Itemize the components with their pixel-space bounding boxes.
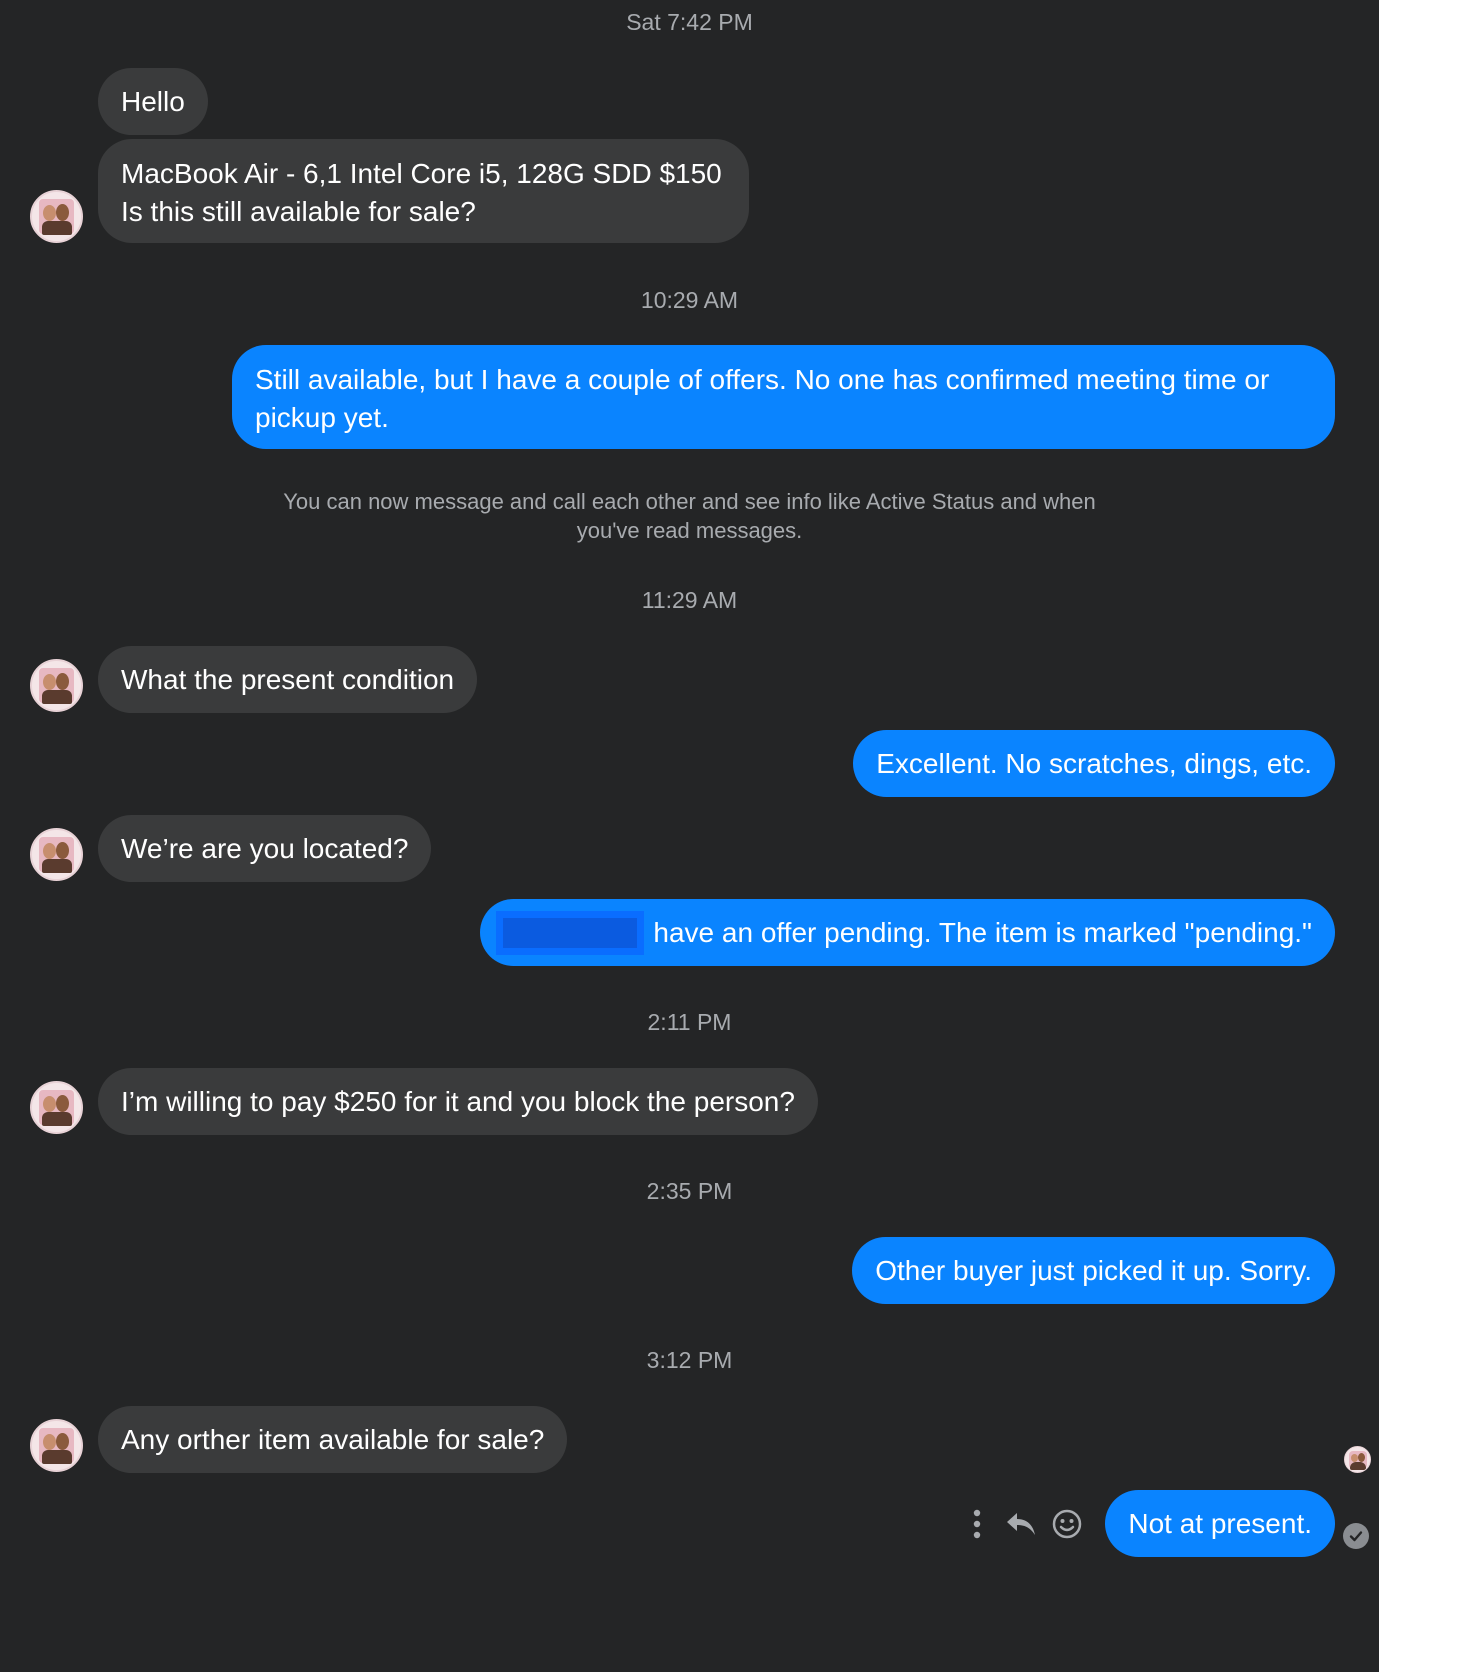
timestamp: 10:29 AM — [640, 287, 739, 313]
message-outgoing[interactable]: have an offer pending. The item is marke… — [480, 899, 1335, 966]
contact-avatar[interactable] — [30, 1081, 83, 1134]
message-incoming[interactable]: MacBook Air - 6,1 Intel Core i5, 128G SD… — [98, 139, 749, 243]
timestamp: 11:29 AM — [641, 587, 738, 613]
message-incoming[interactable]: What the present condition — [98, 646, 478, 713]
contact-avatar[interactable] — [30, 828, 83, 881]
window-edge — [1379, 0, 1470, 1672]
read-receipt-avatar — [1344, 1446, 1371, 1473]
more-vertical-icon[interactable] — [959, 1506, 995, 1542]
message-text: have an offer pending. The item is marke… — [653, 916, 1312, 948]
conversation: Sat 7:42 PM Hello MacBook Air - 6,1 Inte… — [0, 0, 1379, 1672]
message-incoming[interactable]: Hello — [98, 68, 208, 135]
message-incoming[interactable]: Any orther item available for sale? — [98, 1406, 568, 1473]
message-outgoing[interactable]: Excellent. No scratches, dings, etc. — [853, 730, 1335, 797]
message-outgoing[interactable]: Other buyer just picked it up. Sorry. — [852, 1237, 1335, 1304]
reply-icon[interactable] — [1003, 1506, 1039, 1542]
contact-avatar[interactable] — [30, 659, 83, 712]
timestamp: 2:11 PM — [647, 1009, 732, 1035]
message-outgoing[interactable]: Still available, but I have a couple of … — [232, 345, 1335, 449]
timestamp: 2:35 PM — [646, 1178, 733, 1204]
message-incoming[interactable]: I’m willing to pay $250 for it and you b… — [98, 1068, 818, 1135]
redacted-text — [496, 910, 645, 955]
message-outgoing[interactable]: Not at present. — [1105, 1490, 1335, 1557]
connection-notice: You can now message and call each other … — [283, 489, 1096, 543]
contact-avatar[interactable] — [30, 1419, 83, 1472]
timestamp: 3:12 PM — [646, 1347, 733, 1373]
message-incoming[interactable]: We’re are you located? — [98, 815, 432, 882]
smiley-icon[interactable] — [1049, 1506, 1085, 1542]
timestamp: Sat 7:42 PM — [626, 9, 753, 35]
seen-check-icon — [1343, 1523, 1369, 1549]
contact-avatar[interactable] — [30, 190, 83, 243]
